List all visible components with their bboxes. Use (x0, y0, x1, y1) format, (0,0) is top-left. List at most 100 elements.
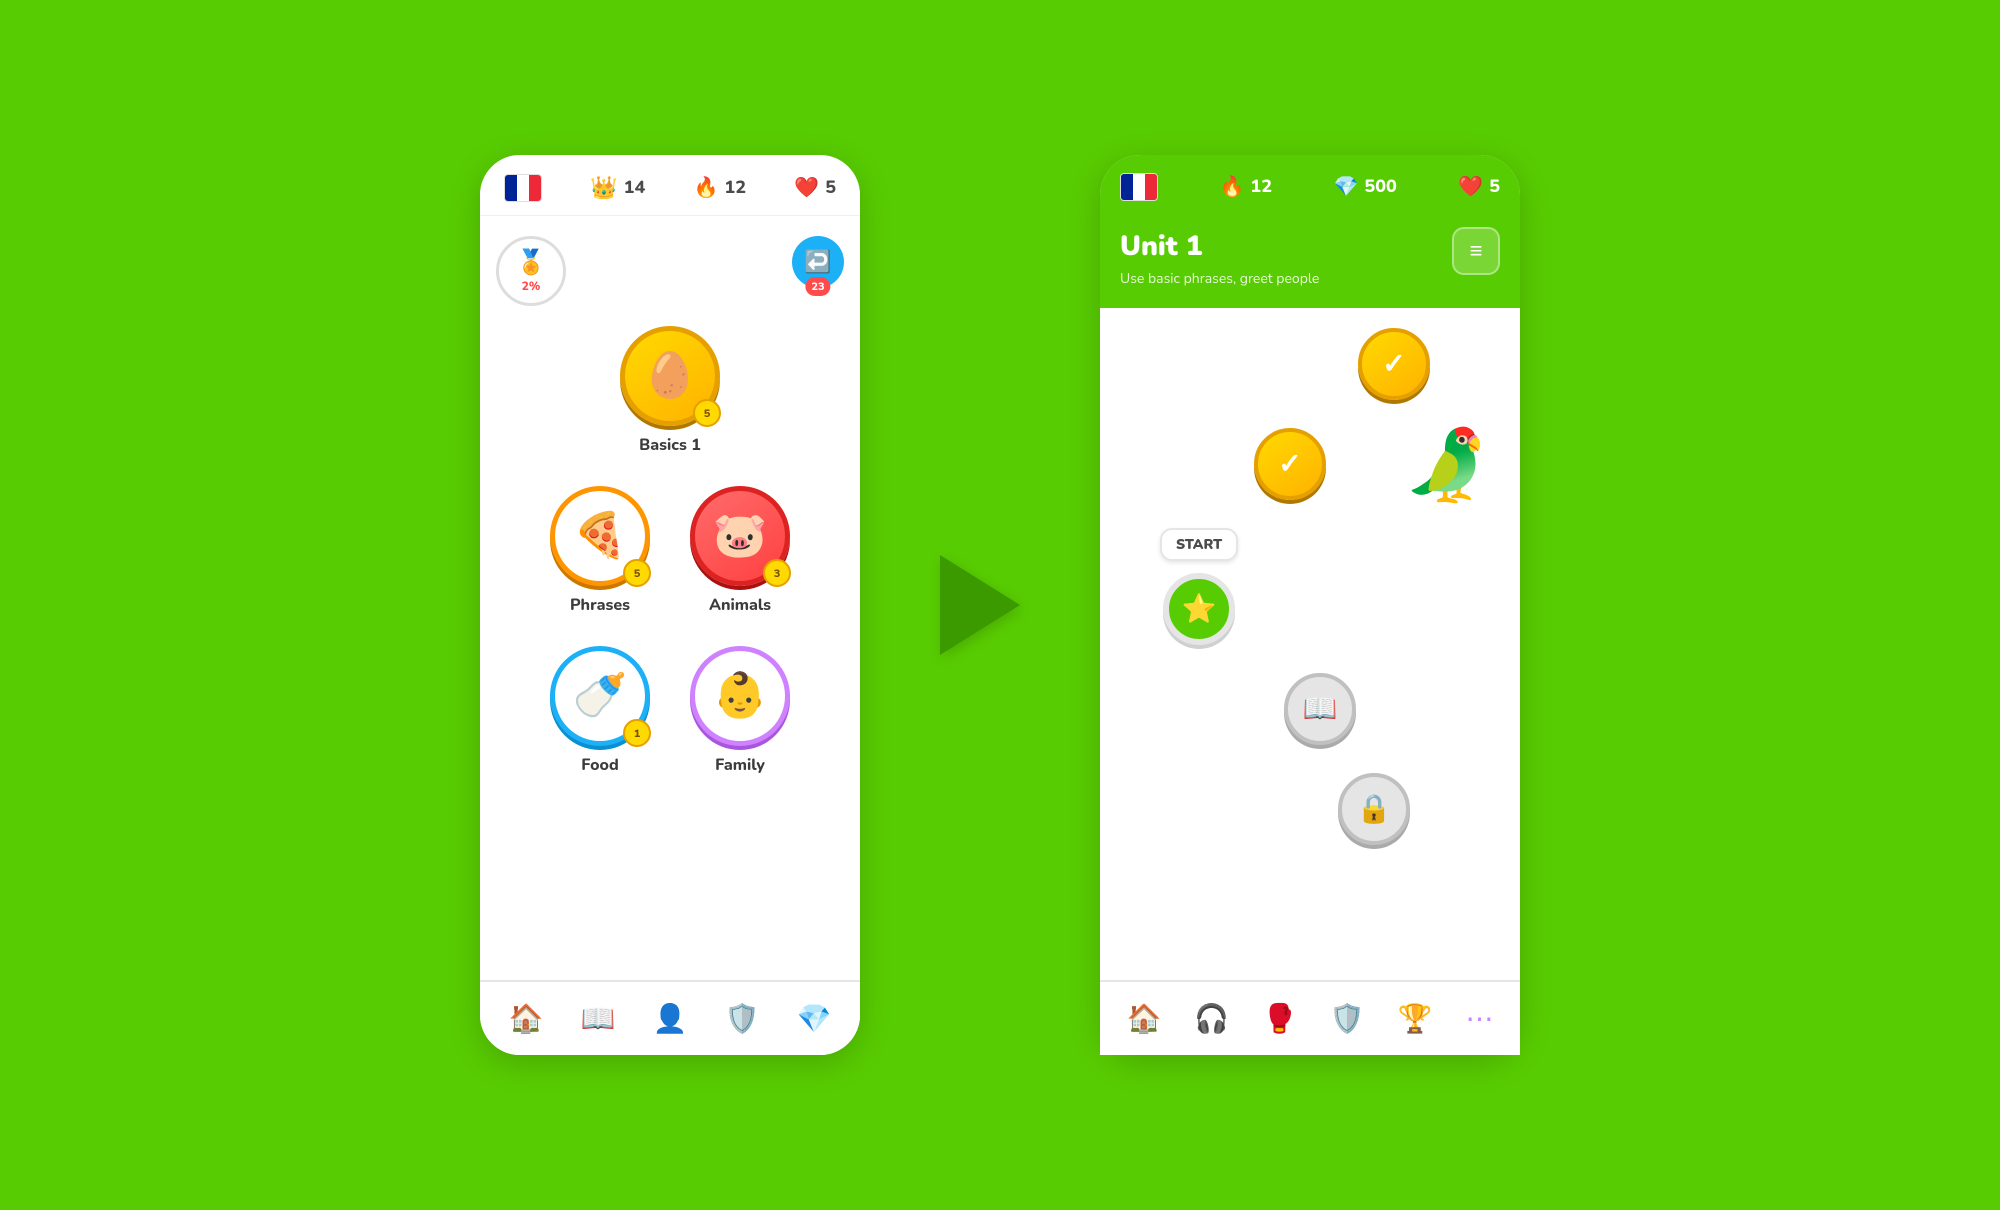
crown-stat: 👑 14 (590, 173, 645, 203)
nav-learn[interactable]: 📖 (569, 992, 628, 1046)
gem-icon: 💎 (1333, 174, 1358, 201)
home-icon: 🏠 (509, 1000, 544, 1038)
right-home-icon: 🏠 (1126, 1000, 1161, 1038)
unit-subtitle: Use basic phrases, greet people (1120, 269, 1319, 288)
right-shield-icon: 🛡️ (1330, 1000, 1365, 1038)
lesson-phrases[interactable]: 🍕 5 Phrases (550, 486, 650, 616)
heart-value: 5 (825, 176, 836, 200)
family-label: Family (715, 754, 765, 776)
basics1-badge: 5 (693, 399, 721, 427)
phrases-label: Phrases (570, 594, 630, 616)
left-header: 👑 14 🔥 12 ❤️ 5 (480, 155, 860, 216)
fire-value: 12 (724, 176, 746, 200)
food-badge: 1 (623, 719, 651, 747)
fire-stat: 🔥 12 (694, 175, 747, 202)
family-icon: 👶 (713, 666, 768, 726)
right-header: 🔥 12 💎 500 ❤️ 5 (1100, 155, 1520, 215)
nav-gems[interactable]: 💎 (785, 992, 844, 1046)
fire-icon: 🔥 (694, 175, 719, 202)
animals-label: Animals (709, 594, 771, 616)
trophy-icon: 🏆 (1398, 1000, 1433, 1038)
profile-area: 🏅 2% ↩️ 23 (496, 236, 844, 306)
right-phone: 🔥 12 💎 500 ❤️ 5 Unit 1 Use basic phrases… (1100, 155, 1520, 1055)
profile-avatar[interactable]: 🏅 2% (496, 236, 566, 306)
dumbbell-icon: 🥊 (1262, 1000, 1297, 1038)
start-circle[interactable]: ⭐ (1163, 573, 1235, 645)
right-nav-dumbbell[interactable]: 🥊 (1250, 992, 1309, 1046)
right-gem-stat: 💎 500 (1333, 174, 1396, 201)
right-arrow-icon (940, 555, 1020, 655)
owl-mascot: 🦜 (1403, 418, 1490, 514)
right-french-flag[interactable] (1120, 173, 1158, 201)
animals-circle[interactable]: 🐷 3 (690, 486, 790, 586)
right-heart-value: 5 (1489, 175, 1500, 199)
lesson-food[interactable]: 🍼 1 Food (550, 646, 650, 776)
streak-count: 23 (805, 277, 830, 296)
main-container: 👑 14 🔥 12 ❤️ 5 🏅 2% (480, 155, 1520, 1055)
animals-icon: 🐷 (713, 506, 768, 566)
right-fire-value: 12 (1250, 175, 1272, 199)
profile-nav-icon: 👤 (653, 1000, 688, 1038)
headphones-icon: 🎧 (1194, 1000, 1229, 1038)
gems-icon: 💎 (797, 1000, 832, 1038)
arrow-container (940, 555, 1020, 655)
streak-badge[interactable]: ↩️ 23 (792, 236, 844, 288)
family-circle[interactable]: 👶 (690, 646, 790, 746)
left-phone: 👑 14 🔥 12 ❤️ 5 🏅 2% (480, 155, 860, 1055)
french-flag[interactable] (504, 174, 542, 202)
path-node-locked-2: 🔒 (1338, 773, 1410, 845)
lesson-family[interactable]: 👶 Family (690, 646, 790, 776)
right-nav-trophy[interactable]: 🏆 (1386, 992, 1445, 1046)
nav-home[interactable]: 🏠 (497, 992, 556, 1046)
crown-value: 14 (624, 176, 646, 200)
row-phrases-animals: 🍕 5 Phrases 🐷 3 Animals (550, 486, 790, 616)
left-bottom-nav: 🏠 📖 👤 🛡️ 💎 (480, 980, 860, 1055)
lock-icon: 🔒 (1357, 790, 1392, 828)
right-content: ✓ ✓ START ⭐ (1100, 308, 1520, 1055)
streak-icon: ↩️ (804, 247, 831, 277)
nav-shield[interactable]: 🛡️ (713, 992, 772, 1046)
lesson-animals[interactable]: 🐷 3 Animals (690, 486, 790, 616)
completed-circle-2[interactable]: ✓ (1254, 428, 1326, 500)
profile-icon: 🏅 (516, 247, 546, 279)
right-heart-icon: ❤️ (1458, 174, 1483, 201)
basics1-circle[interactable]: 🥚 5 (620, 326, 720, 426)
animals-badge: 3 (763, 559, 791, 587)
basics1-icon: 🥚 (643, 346, 698, 406)
phrases-circle[interactable]: 🍕 5 (550, 486, 650, 586)
check-icon-1: ✓ (1382, 345, 1405, 383)
start-label: START (1160, 528, 1238, 561)
basics1-label: Basics 1 (639, 434, 701, 456)
phrases-badge: 5 (623, 559, 651, 587)
lesson-basics1[interactable]: 🥚 5 Basics 1 (620, 326, 720, 456)
right-fire-icon: 🔥 (1219, 174, 1244, 201)
right-nav-home[interactable]: 🏠 (1114, 992, 1173, 1046)
profile-percent: 2% (522, 279, 541, 295)
path-node-locked-1: 📖 (1284, 673, 1356, 745)
locked-circle-2: 🔒 (1338, 773, 1410, 845)
food-icon: 🍼 (573, 666, 628, 726)
path-node-1[interactable]: ✓ (1358, 328, 1430, 400)
right-nav-headphones[interactable]: 🎧 (1182, 992, 1241, 1046)
heart-stat: ❤️ 5 (794, 175, 836, 202)
check-icon-2: ✓ (1278, 445, 1301, 483)
path-node-start[interactable]: START ⭐ (1160, 528, 1238, 645)
notes-icon: ≡ (1470, 236, 1483, 266)
unit-title: Unit 1 (1120, 227, 1319, 265)
nav-profile[interactable]: 👤 (641, 992, 700, 1046)
book-lock-icon: 📖 (1303, 690, 1338, 728)
crown-icon: 👑 (590, 173, 617, 203)
right-heart-stat: ❤️ 5 (1458, 174, 1500, 201)
completed-circle-1[interactable]: ✓ (1358, 328, 1430, 400)
notes-button[interactable]: ≡ (1452, 227, 1500, 275)
food-circle[interactable]: 🍼 1 (550, 646, 650, 746)
lesson-section: 🥚 5 Basics 1 🍕 5 Phrases (496, 316, 844, 776)
more-icon: ⋯ (1466, 1000, 1494, 1038)
heart-icon: ❤️ (794, 175, 819, 202)
right-nav-more[interactable]: ⋯ (1454, 992, 1506, 1046)
shield-icon: 🛡️ (725, 1000, 760, 1038)
path-node-2[interactable]: ✓ (1254, 428, 1326, 500)
right-fire-stat: 🔥 12 (1219, 174, 1272, 201)
book-icon: 📖 (581, 1000, 616, 1038)
right-nav-shield[interactable]: 🛡️ (1318, 992, 1377, 1046)
